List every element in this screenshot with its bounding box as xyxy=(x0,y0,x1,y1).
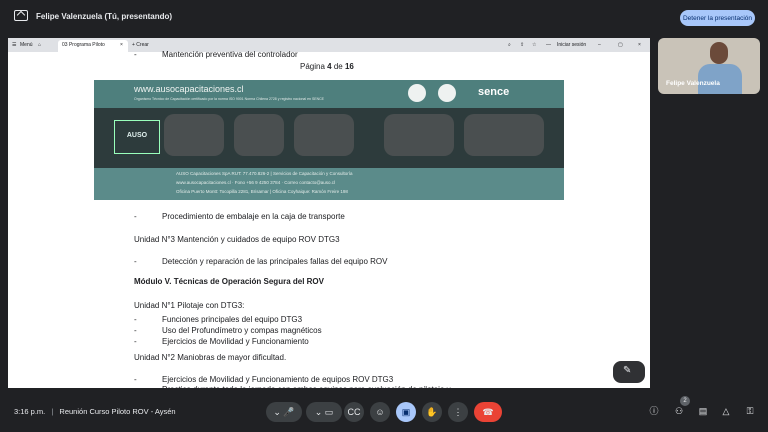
stop-presenting-button[interactable]: Detener la presentación xyxy=(680,10,755,26)
maximize-icon[interactable]: ▢ xyxy=(618,42,623,48)
captions-icon: CC xyxy=(347,407,361,417)
page-number: 4 xyxy=(327,62,332,71)
top-line: Mantención preventiva del controlador xyxy=(162,50,298,59)
bookmark-icon[interactable]: ☆ xyxy=(532,42,536,48)
emoji-icon: ☺ xyxy=(375,407,385,417)
bullet: - xyxy=(134,212,137,221)
more-icon: ⋮ xyxy=(453,406,463,417)
self-body xyxy=(698,64,742,94)
footer-line-3: Oficina Puerto Montt: Tocopilla 2281, Br… xyxy=(176,189,348,194)
activities-button[interactable]: △ xyxy=(718,403,734,419)
info-button[interactable]: ⓘ xyxy=(646,403,662,419)
clock: 3:16 p.m. xyxy=(14,407,46,416)
banner-subtitle: Organismo Técnico de Capacitación certif… xyxy=(134,97,325,101)
new-tab-button[interactable]: + Crear xyxy=(132,42,149,48)
top-bar: Felipe Valenzuela (Tú, presentando) Dete… xyxy=(0,0,768,36)
footer-line-2: www.ausocapacitaciones.cl · Fono +56 9 4… xyxy=(176,180,336,185)
camera-icon: ⌄ ▭ xyxy=(314,406,334,417)
activities-icon: △ xyxy=(722,406,730,416)
document-line: Funciones principales del equipo DTG3 xyxy=(162,315,303,324)
meeting-name: Reunión Curso Piloto ROV - Aysén xyxy=(59,407,176,416)
end-call-button[interactable]: ☎ xyxy=(474,402,502,422)
banner-footer: AUSO Capacitaciones SpA RUT: 77.470.826-… xyxy=(94,168,564,200)
present-button[interactable]: ▣ xyxy=(396,402,416,422)
cert-seal-icon xyxy=(408,84,426,102)
rov-device xyxy=(294,114,354,156)
tab-title[interactable]: 03 Programa Piloto xyxy=(62,42,105,48)
annotate-button[interactable]: ✎ xyxy=(613,361,645,383)
self-name: Felipe Valenzuela xyxy=(666,80,720,87)
chat-button[interactable]: ▤ xyxy=(695,403,711,419)
pen-icon: ✎ xyxy=(623,365,632,376)
menu-icon[interactable]: ☰ xyxy=(12,42,16,48)
rov-device xyxy=(234,114,284,156)
info-icon: ⓘ xyxy=(649,406,659,416)
microphone-icon: ⌄ 🎤 xyxy=(273,406,295,417)
browser-tabbar: ☰ Menú ⌂ 03 Programa Piloto × + Crear ⌕ … xyxy=(8,38,650,52)
banner-url: www.ausocapacitaciones.cl xyxy=(134,84,244,94)
raise-hand-icon: ✋ xyxy=(426,406,438,417)
bullet: - xyxy=(134,257,137,266)
pdf-document: - Mantención preventiva del controlador … xyxy=(8,50,650,388)
share-icon[interactable]: ⇪ xyxy=(520,42,524,48)
separator: | xyxy=(51,407,54,416)
self-face xyxy=(710,42,728,64)
present-icon: ▣ xyxy=(401,406,411,417)
people-button[interactable]: ⚇ xyxy=(671,403,687,419)
auso-logo: AUSO xyxy=(114,120,160,154)
document-line: Módulo V. Técnicas de Operación Segura d… xyxy=(134,277,324,286)
shared-screen: ☰ Menú ⌂ 03 Programa Piloto × + Crear ⌕ … xyxy=(8,38,650,388)
rov-device xyxy=(384,114,454,156)
rov-device xyxy=(464,114,544,156)
document-line: Ejercicios de Movilidad y Funcionamiento xyxy=(162,337,309,346)
close-window-icon[interactable]: × xyxy=(638,42,641,48)
more-button[interactable]: ⋮ xyxy=(448,402,468,422)
minimize-icon[interactable]: — xyxy=(546,42,551,48)
people-icon: ⚇ xyxy=(674,406,684,416)
restore-icon[interactable]: – xyxy=(598,42,601,48)
presenter-title: Felipe Valenzuela (Tú, presentando) xyxy=(36,12,173,21)
page-prefix: Página xyxy=(300,62,325,71)
menu-label[interactable]: Menú xyxy=(20,42,33,48)
document-line: Ejercicios de Movilidad y Funcionamiento… xyxy=(162,375,394,384)
end-call-icon: ☎ xyxy=(482,406,494,417)
search-icon[interactable]: ⌕ xyxy=(508,42,511,48)
iso-seal-icon xyxy=(438,84,456,102)
document-line: Unidad N°3 Mantención y cuidados de equi… xyxy=(134,235,340,244)
bullet: - xyxy=(134,50,137,59)
page-of: de xyxy=(333,62,343,71)
camera-button[interactable]: ⌄ ▭ xyxy=(306,402,342,422)
document-line: Practica durante toda la jornada con amb… xyxy=(162,385,451,388)
login-button[interactable]: Iniciar sesión xyxy=(557,42,586,48)
host-controls-button[interactable]: ⚿ xyxy=(742,403,758,419)
rov-device xyxy=(164,114,224,156)
bullet: - xyxy=(134,385,137,388)
bullet: - xyxy=(134,337,137,346)
close-tab-icon[interactable]: × xyxy=(120,42,123,48)
mic-button[interactable]: ⌄ 🎤 xyxy=(266,402,302,422)
page-total: 16 xyxy=(344,62,354,71)
sence-logo: sence xyxy=(478,86,510,98)
meeting-info-text: 3:16 p.m. | Reunión Curso Piloto ROV - A… xyxy=(14,407,176,416)
document-line: Unidad N°2 Maniobras de mayor dificultad… xyxy=(134,353,287,362)
captions-button[interactable]: CC xyxy=(344,402,364,422)
lock-icon: ⚿ xyxy=(746,406,754,416)
footer-line-1: AUSO Capacitaciones SpA RUT: 77.470.826-… xyxy=(176,171,353,176)
document-line: Unidad N°1 Pilotaje con DTG3: xyxy=(134,301,245,310)
bullet: - xyxy=(134,315,137,324)
presenting-icon xyxy=(14,10,28,21)
self-video-tile[interactable]: Felipe Valenzuela xyxy=(658,38,760,94)
bullet: - xyxy=(134,326,137,335)
document-line: Detección y reparación de las principale… xyxy=(162,257,388,266)
bullet: - xyxy=(134,375,137,384)
bottom-bar: 3:16 p.m. | Reunión Curso Piloto ROV - A… xyxy=(0,394,768,432)
document-line: Uso del Profundímetro y compas magnético… xyxy=(162,326,322,335)
emoji-button[interactable]: ☺ xyxy=(370,402,390,422)
chat-icon: ▤ xyxy=(698,406,708,416)
document-line: Procedimiento de embalaje en la caja de … xyxy=(162,212,345,221)
auso-banner: www.ausocapacitaciones.cl Organismo Técn… xyxy=(94,80,564,200)
raise-hand-button[interactable]: ✋ xyxy=(422,402,442,422)
home-icon[interactable]: ⌂ xyxy=(38,42,41,48)
page-indicator: Página 4 de 16 xyxy=(300,62,354,71)
